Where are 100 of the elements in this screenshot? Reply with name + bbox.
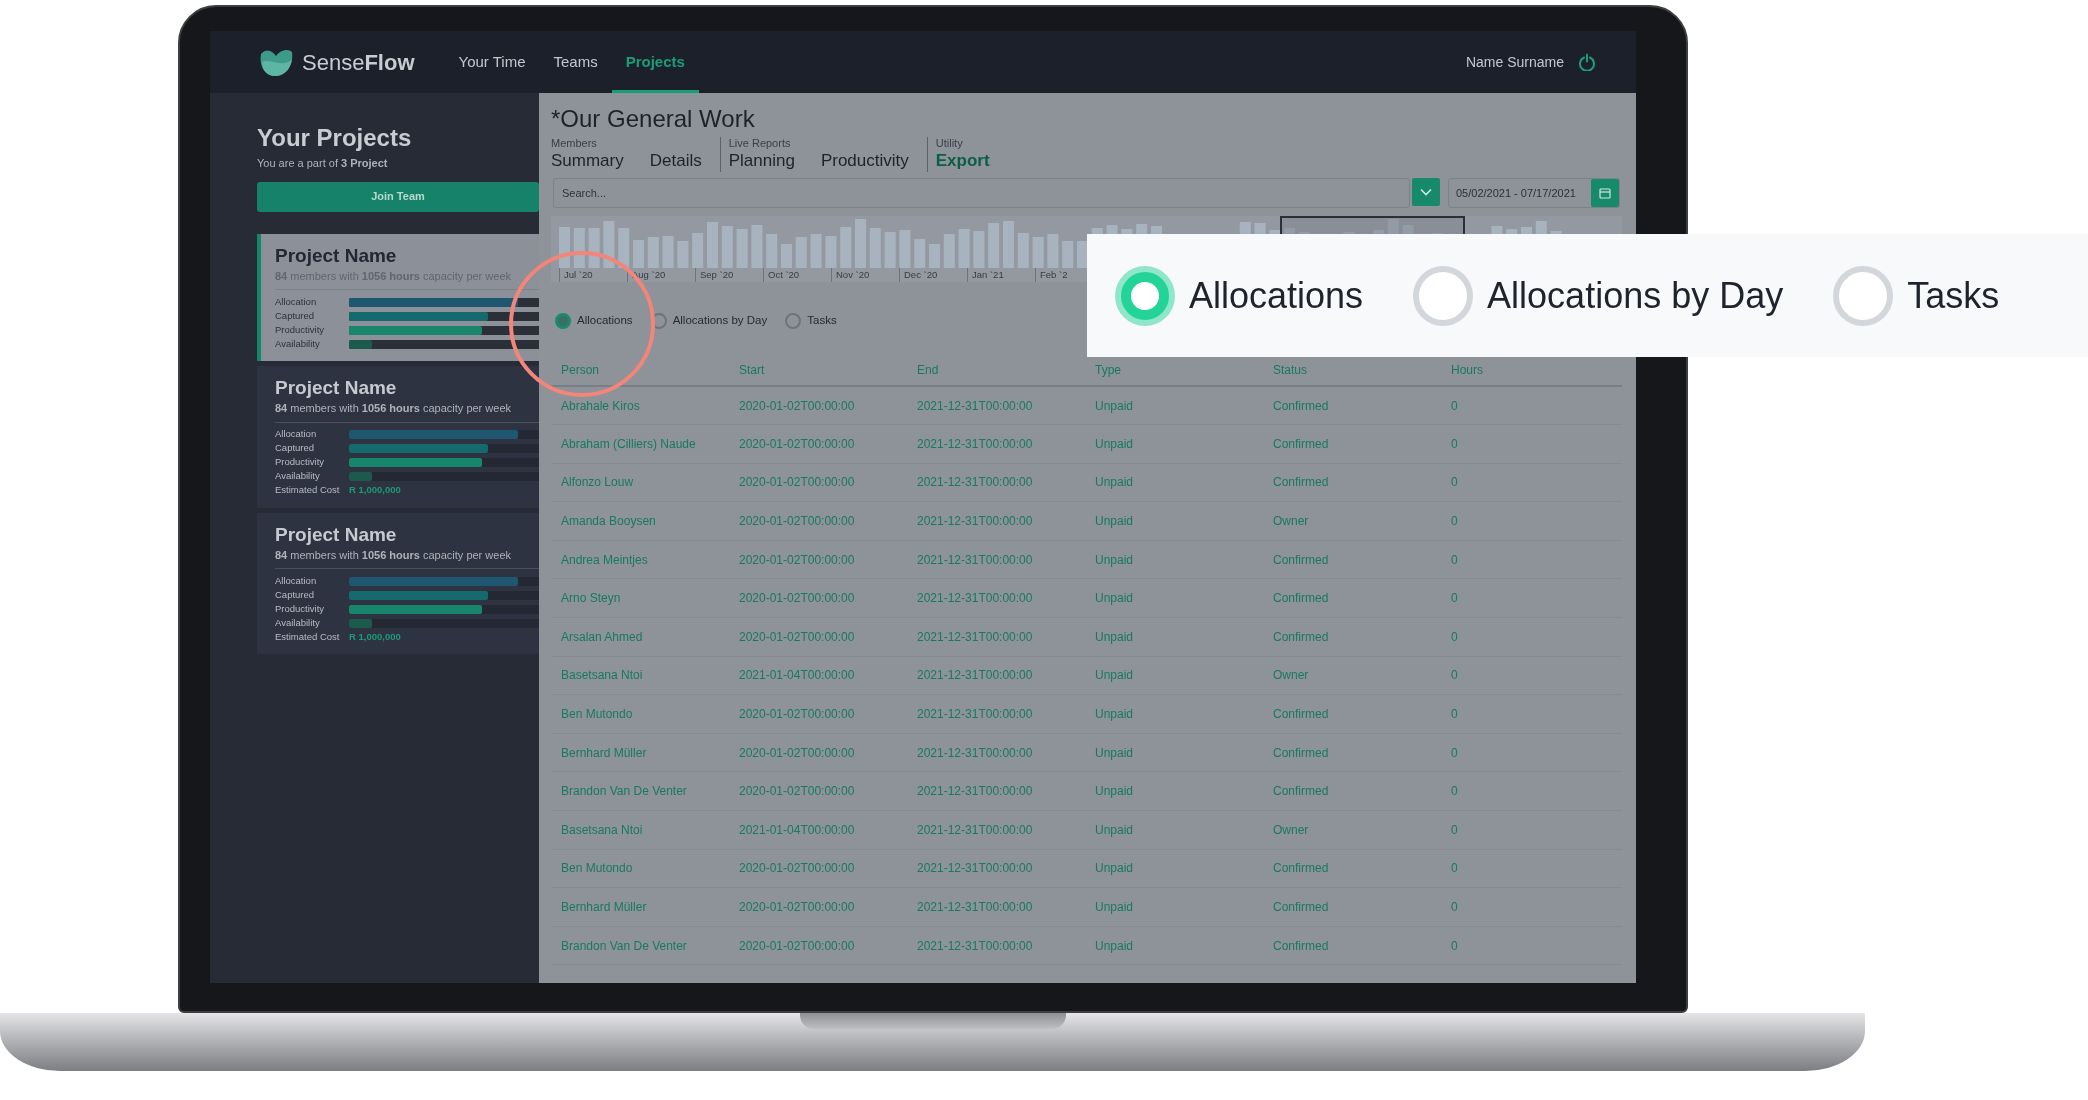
- metric-label: Availability: [275, 469, 321, 484]
- table-cell: Ben Mutondo: [551, 694, 729, 734]
- table-cell: Confirmed: [1263, 926, 1441, 965]
- table-cell: Arno Steyn: [551, 578, 729, 618]
- table-cell: Ben Mutondo: [551, 849, 729, 888]
- cost-value: R 1,000,000: [349, 629, 401, 644]
- timeline-month-label: Sep `20: [695, 268, 763, 282]
- table-cell: Unpaid: [1085, 656, 1263, 695]
- table-cell: Basetsana Ntoi: [551, 810, 729, 850]
- nav-link[interactable]: Teams: [539, 31, 612, 93]
- timeline-month-label: Nov `20: [831, 268, 899, 282]
- table-cell: Alfonzo Louw: [551, 463, 729, 502]
- table-cell: 2021-12-31T00:00:00: [907, 733, 1085, 772]
- table-cell: 0: [1441, 810, 1622, 850]
- view-radio-option[interactable]: Allocations by Day: [650, 312, 768, 330]
- column-header: Person: [551, 354, 729, 386]
- table-cell: 2020-01-02T00:00:00: [729, 424, 907, 464]
- table-cell: 2021-12-31T00:00:00: [907, 463, 1085, 502]
- tab[interactable]: Details: [649, 150, 702, 172]
- sidebar-title: Your Projects: [257, 123, 413, 153]
- table-cell: Owner: [1263, 656, 1441, 695]
- table-cell: Confirmed: [1263, 578, 1441, 618]
- table-cell: 2020-01-02T00:00:00: [729, 733, 907, 772]
- table-cell: Brandon Van De Venter: [551, 926, 729, 965]
- timeline-month-label: Dec `20: [899, 268, 967, 282]
- column-header: Start: [729, 354, 907, 386]
- metric-label: Captured: [275, 308, 316, 323]
- view-radio-option[interactable]: Allocations by Day: [1413, 265, 1784, 326]
- tab[interactable]: Planning: [728, 150, 795, 172]
- table-cell: 2021-12-31T00:00:00: [907, 694, 1085, 734]
- tab[interactable]: Summary: [551, 150, 624, 172]
- view-radio-option[interactable]: Allocations: [555, 312, 633, 330]
- table-cell: 2021-01-04T00:00:00: [729, 810, 907, 850]
- table-cell: 0: [1441, 386, 1622, 425]
- timeline-month-label: Jul `20: [559, 268, 627, 282]
- timeline-month-label: Jan `21: [967, 268, 1035, 282]
- table-cell: 2021-01-04T00:00:00: [729, 656, 907, 695]
- table-cell: Basetsana Ntoi: [551, 656, 729, 695]
- table-cell: Brandon Van De Venter: [551, 771, 729, 811]
- join-team-button[interactable]: Join Team: [257, 181, 539, 212]
- table-cell: Unpaid: [1085, 887, 1263, 927]
- metric-label: Allocation: [275, 427, 318, 442]
- view-radio-option[interactable]: Tasks: [1833, 265, 2000, 326]
- table-cell: Amanda Booysen: [551, 501, 729, 541]
- table-cell: 2020-01-02T00:00:00: [729, 849, 907, 888]
- table-cell: 0: [1441, 463, 1622, 502]
- table-cell: 2020-01-02T00:00:00: [729, 386, 907, 425]
- view-radio-option[interactable]: Tasks: [785, 312, 837, 330]
- metric-label: Allocation: [275, 573, 318, 588]
- metric-label: Estimated Cost: [275, 629, 341, 644]
- table-cell: Confirmed: [1263, 463, 1441, 502]
- table-cell: Confirmed: [1263, 617, 1441, 657]
- table-cell: Unpaid: [1085, 540, 1263, 579]
- view-radio-option[interactable]: Allocations: [1115, 265, 1364, 326]
- brand-name: SenseFlow: [302, 48, 415, 77]
- table-cell: Abrahale Kiros: [551, 386, 729, 425]
- table-cell: 2021-12-31T00:00:00: [907, 849, 1085, 888]
- date-range-value: 05/02/2021 - 07/17/2021: [1455, 185, 1577, 201]
- project-name: Project Name: [275, 522, 398, 547]
- table-cell: Unpaid: [1085, 733, 1263, 772]
- metric-label: Estimated Cost: [275, 483, 341, 498]
- table-cell: Unpaid: [1085, 501, 1263, 541]
- table-cell: 2020-01-02T00:00:00: [729, 617, 907, 657]
- metric-label: Allocation: [275, 294, 318, 309]
- timeline-month-label: Oct `20: [763, 268, 831, 282]
- search-field[interactable]: Search...: [553, 178, 1410, 208]
- table-cell: 2021-12-31T00:00:00: [907, 771, 1085, 811]
- nav-link[interactable]: Your Time: [444, 31, 540, 93]
- table-cell: Owner: [1263, 810, 1441, 850]
- table-cell: 2020-01-02T00:00:00: [729, 771, 907, 811]
- project-name: Project Name: [275, 376, 398, 400]
- metric-label: Captured: [275, 441, 316, 456]
- table-cell: 2021-12-31T00:00:00: [907, 540, 1085, 579]
- table-cell: Unpaid: [1085, 578, 1263, 618]
- metric-label: Captured: [275, 587, 316, 602]
- table-cell: Unpaid: [1085, 463, 1263, 502]
- table-cell: 2020-01-02T00:00:00: [729, 578, 907, 618]
- table-cell: 2020-01-02T00:00:00: [729, 463, 907, 502]
- project-card[interactable]: Project Name 84 members with 1056 hours capacity per week Allocation Captured Productivity Availability Estimated Cost R 1,000,000: [257, 512, 539, 654]
- table-cell: Unpaid: [1085, 771, 1263, 811]
- table-cell: Unpaid: [1085, 386, 1263, 425]
- project-card[interactable]: Project Name 84 members with 1056 hours capacity per week Allocation Captured Productivity Availability Estimated Cost R 1,000,000: [257, 366, 539, 508]
- table-cell: 2021-12-31T00:00:00: [907, 424, 1085, 464]
- user-name: Name Surname: [1465, 52, 1564, 72]
- tab-group-label: Members: [551, 137, 598, 150]
- table-cell: Unpaid: [1085, 617, 1263, 657]
- column-header: End: [907, 354, 1085, 386]
- table-cell: 0: [1441, 887, 1622, 927]
- page-title: *Our General Work: [551, 104, 756, 134]
- table-cell: 2021-12-31T00:00:00: [907, 617, 1085, 657]
- date-range-field[interactable]: 05/02/2021 - 07/17/2021: [1448, 178, 1620, 208]
- tab[interactable]: Productivity: [820, 150, 909, 172]
- table-cell: 2020-01-02T00:00:00: [729, 694, 907, 734]
- table-cell: 2021-12-31T00:00:00: [907, 810, 1085, 850]
- table-cell: Confirmed: [1263, 733, 1441, 772]
- table-cell: 2021-12-31T00:00:00: [907, 887, 1085, 927]
- sidebar-subtitle: You are a part of 3 Project: [257, 156, 389, 171]
- table-cell: Confirmed: [1263, 540, 1441, 579]
- tab-group-label: Live Reports: [728, 137, 792, 150]
- metric-label: Productivity: [275, 455, 326, 470]
